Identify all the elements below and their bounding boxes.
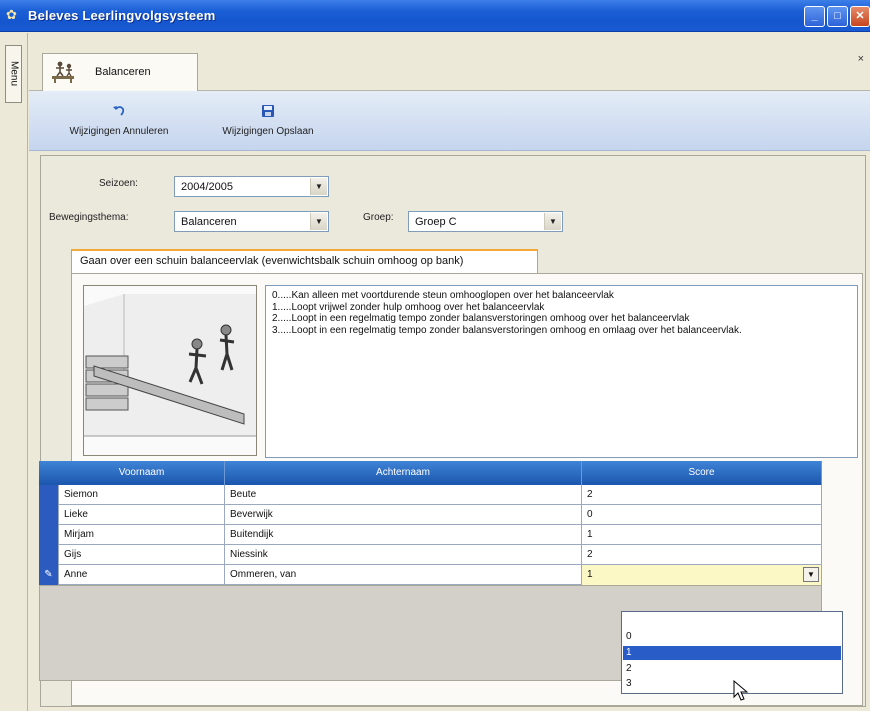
- balance-beam-illustration: [84, 286, 256, 455]
- dropdown-option-1[interactable]: 1: [623, 646, 841, 660]
- cell-achternaam[interactable]: Buitendijk: [225, 525, 582, 545]
- score-edit-value: 1: [587, 569, 593, 580]
- score-description-box: 0.....Kan alleen met voortdurende steun …: [265, 285, 858, 458]
- toolbar: Wijzigingen Annuleren Wijzigingen Opslaa…: [29, 91, 870, 151]
- exercise-illustration: [83, 285, 257, 456]
- description-line: 1.....Loopt vrijwel zonder hulp omhoog o…: [272, 301, 545, 313]
- balance-icon: [52, 61, 74, 83]
- menu-tab-label: Menu: [8, 60, 20, 86]
- row-selector[interactable]: [39, 485, 59, 505]
- cell-score[interactable]: 2: [582, 485, 822, 505]
- chevron-down-icon[interactable]: ▼: [544, 213, 561, 230]
- description-line: 3.....Loopt in een regelmatig tempo zond…: [272, 324, 742, 336]
- tab-balanceren[interactable]: Balanceren: [42, 53, 198, 91]
- app-icon: ✿: [6, 7, 17, 22]
- cell-voornaam[interactable]: Gijs: [59, 545, 225, 565]
- dropdown-option-2[interactable]: 2: [623, 662, 841, 676]
- cell-score[interactable]: 2: [582, 545, 822, 565]
- app-window: ✿ Beleves Leerlingvolgsysteem _ □ ✕ Menu…: [0, 0, 870, 711]
- cell-achternaam[interactable]: Niessink: [225, 545, 582, 565]
- tab-label: Balanceren: [95, 66, 151, 78]
- seizoen-label: Seizoen:: [99, 178, 138, 189]
- thema-value: Balanceren: [181, 216, 237, 228]
- window-title: Beleves Leerlingvolgsysteem: [28, 8, 216, 23]
- close-tab-icon[interactable]: ×: [858, 53, 864, 65]
- save-changes-label: Wijzigingen Opslaan: [222, 126, 314, 137]
- minimize-button[interactable]: _: [804, 6, 825, 27]
- chevron-down-icon[interactable]: ▼: [803, 567, 819, 582]
- grid-corner: [39, 461, 59, 485]
- cell-voornaam[interactable]: Lieke: [59, 505, 225, 525]
- description-line: 0.....Kan alleen met voortdurende steun …: [272, 290, 614, 301]
- thema-select[interactable]: Balanceren ▼: [174, 211, 329, 232]
- tab-exercise[interactable]: Gaan over een schuin balanceervlak (even…: [71, 249, 538, 273]
- title-bar[interactable]: ✿ Beleves Leerlingvolgsysteem _ □ ✕: [0, 0, 870, 32]
- groep-select[interactable]: Groep C ▼: [408, 211, 563, 232]
- cell-score[interactable]: 1: [582, 525, 822, 545]
- document-tab-strip: Balanceren ×: [29, 33, 870, 91]
- row-selector[interactable]: [39, 505, 59, 525]
- cell-voornaam[interactable]: Mirjam: [59, 525, 225, 545]
- dropdown-option-0[interactable]: 0: [623, 630, 841, 644]
- mouse-cursor-icon: [733, 680, 749, 701]
- groep-label: Groep:: [363, 212, 394, 223]
- cell-voornaam[interactable]: Siemon: [59, 485, 225, 505]
- save-icon: [262, 105, 274, 117]
- score-edit-combo[interactable]: 1 ▼: [582, 565, 822, 585]
- thema-label: Bewegingsthema:: [49, 212, 129, 223]
- table-row[interactable]: Siemon Beute 2: [39, 485, 822, 505]
- table-row[interactable]: Lieke Beverwijk 0: [39, 505, 822, 525]
- undo-icon: [113, 106, 125, 116]
- table-row[interactable]: Gijs Niessink 2: [39, 545, 822, 565]
- chevron-down-icon[interactable]: ▼: [310, 178, 327, 195]
- row-selector[interactable]: [39, 545, 59, 565]
- groep-value: Groep C: [415, 216, 457, 228]
- maximize-button[interactable]: □: [827, 6, 848, 27]
- cell-achternaam[interactable]: Beute: [225, 485, 582, 505]
- cell-voornaam[interactable]: Anne: [59, 565, 225, 585]
- column-header-voornaam[interactable]: Voornaam: [59, 461, 225, 485]
- table-row-editing[interactable]: ✎ Anne Ommeren, van 1 ▼: [39, 565, 822, 585]
- column-header-achternaam[interactable]: Achternaam: [225, 461, 582, 485]
- cancel-changes-button[interactable]: Wijzigingen Annuleren: [56, 103, 182, 137]
- cell-score[interactable]: 0: [582, 505, 822, 525]
- save-changes-button[interactable]: Wijzigingen Opslaan: [203, 103, 333, 137]
- score-dropdown-list[interactable]: 0 1 2 3: [621, 611, 843, 694]
- seizoen-value: 2004/2005: [181, 181, 233, 193]
- close-button[interactable]: ✕: [850, 6, 870, 27]
- cell-achternaam[interactable]: Ommeren, van: [225, 565, 582, 585]
- dropdown-option-empty[interactable]: [623, 614, 841, 628]
- cancel-changes-label: Wijzigingen Annuleren: [69, 126, 169, 137]
- seizoen-select[interactable]: 2004/2005 ▼: [174, 176, 329, 197]
- table-row[interactable]: Mirjam Buitendijk 1: [39, 525, 822, 545]
- menu-tab[interactable]: Menu: [5, 45, 22, 103]
- column-header-score[interactable]: Score: [582, 461, 822, 485]
- dropdown-option-3[interactable]: 3: [623, 677, 841, 691]
- exercise-tab-label: Gaan over een schuin balanceervlak (even…: [80, 255, 464, 267]
- chevron-down-icon[interactable]: ▼: [310, 213, 327, 230]
- description-line: 2.....Loopt in een regelmatig tempo zond…: [272, 313, 690, 324]
- row-selector[interactable]: [39, 525, 59, 545]
- cell-achternaam[interactable]: Beverwijk: [225, 505, 582, 525]
- editing-pencil-icon: ✎: [39, 565, 59, 585]
- menu-strip: Menu: [0, 33, 28, 711]
